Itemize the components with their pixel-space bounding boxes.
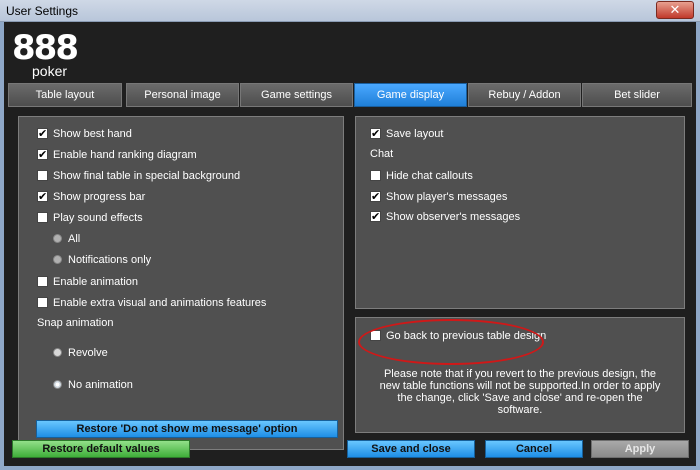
snap-revolve-label: Revolve [68, 347, 108, 359]
enable-hand-ranking-label: Enable hand ranking diagram [53, 149, 197, 161]
sound-all-label: All [68, 233, 81, 245]
save-layout-label: Save layout [386, 128, 444, 140]
apply-button[interactable]: Apply [591, 440, 689, 458]
cancel-button[interactable]: Cancel [485, 440, 583, 458]
enable-hand-ranking-checkbox[interactable] [37, 147, 48, 163]
hide-chat-callouts-checkbox[interactable] [370, 170, 381, 181]
save-and-close-button[interactable]: Save and close [347, 440, 475, 458]
snap-animation-heading: Snap animation [37, 317, 114, 329]
show-final-table-checkbox[interactable] [37, 170, 48, 181]
restore-message-option-button[interactable]: Restore 'Do not show me message' option [36, 420, 338, 438]
show-best-hand-checkbox[interactable] [37, 126, 48, 142]
tab-personal-image[interactable]: Personal image [126, 83, 239, 107]
hide-chat-callouts-label: Hide chat callouts [386, 170, 473, 182]
888poker-logo: 888 poker [12, 28, 79, 80]
tab-game-display[interactable]: Game display [354, 83, 467, 107]
save-layout-checkbox[interactable] [370, 126, 381, 142]
enable-animation-checkbox[interactable] [37, 276, 48, 287]
logo-number: 888 [12, 28, 79, 68]
enable-animation-label: Enable animation [53, 276, 139, 288]
show-observer-messages-checkbox[interactable] [370, 209, 381, 225]
dialog-client: 888 poker Table layout Personal image Ga… [4, 22, 696, 466]
show-best-hand-label: Show best hand [53, 128, 132, 140]
tab-table-layout[interactable]: Table layout [8, 83, 122, 107]
tab-bet-slider[interactable]: Bet slider [582, 83, 692, 107]
layout-chat-panel: Save layout Chat Hide chat callouts Show… [355, 116, 685, 309]
sound-notifications-label: Notifications only [68, 254, 152, 266]
enable-extra-visual-checkbox[interactable] [37, 297, 48, 308]
play-sound-effects-label: Play sound effects [53, 212, 143, 224]
show-player-messages-checkbox[interactable] [370, 189, 381, 205]
snap-revolve-radio[interactable] [53, 348, 62, 357]
play-sound-effects-checkbox[interactable] [37, 212, 48, 223]
tab-game-settings[interactable]: Game settings [240, 83, 353, 107]
snap-no-animation-radio[interactable] [53, 380, 62, 389]
show-progress-bar-checkbox[interactable] [37, 189, 48, 205]
red-annotation-circle [358, 319, 544, 365]
window-titlebar: User Settings ✕ [0, 0, 700, 22]
sound-notifications-radio[interactable] [53, 255, 62, 264]
settings-tabs: Table layout Personal image Game setting… [8, 83, 692, 107]
chat-heading: Chat [370, 148, 394, 160]
restore-default-values-button[interactable]: Restore default values [12, 440, 190, 458]
show-player-messages-label: Show player's messages [386, 191, 508, 203]
enable-extra-visual-label: Enable extra visual and animations featu… [53, 297, 267, 309]
revert-design-note: Please note that if you revert to the pr… [379, 368, 661, 416]
display-options-panel: Show best hand Enable hand ranking diagr… [18, 116, 344, 450]
logo-word: poker [32, 63, 68, 79]
snap-no-animation-label: No animation [68, 379, 133, 391]
show-observer-messages-label: Show observer's messages [386, 211, 521, 223]
tab-rebuy-addon[interactable]: Rebuy / Addon [468, 83, 581, 107]
close-button[interactable]: ✕ [656, 1, 694, 19]
window-title: User Settings [6, 4, 79, 18]
show-final-table-label: Show final table in special background [53, 170, 241, 182]
sound-all-radio[interactable] [53, 234, 62, 243]
show-progress-bar-label: Show progress bar [53, 191, 146, 203]
dialog-body: 888 poker Table layout Personal image Ga… [4, 22, 696, 466]
